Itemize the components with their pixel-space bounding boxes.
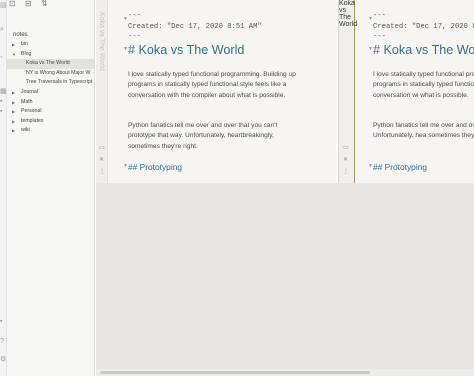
paragraph-1: I love statically typed functional progr…	[128, 71, 296, 99]
file-explorer: ⊡ ⊟ ⇅ notes ▶ bin ▼ Blog Koka vs The Wor…	[7, 0, 95, 376]
close-icon[interactable]: ✕	[99, 156, 104, 163]
tree-folder-bin[interactable]: ▶ bin	[7, 40, 94, 50]
paragraph-2: Python fanatics tell me over and over th…	[128, 122, 278, 150]
tree-folder-personal[interactable]: ▶ Personal	[7, 107, 94, 117]
tree-folder-templates[interactable]: ▶ templates	[7, 117, 94, 127]
editor-pane-left[interactable]: Koka vs The World ▭ ✕ ⋮ ▼ --- Created: "…	[96, 0, 336, 183]
chevron-right-icon: ▶	[12, 128, 16, 134]
calendar-icon[interactable]: ▦	[0, 88, 6, 95]
tree-folder-wiki[interactable]: ▶ wiki	[7, 126, 94, 136]
chevron-right-icon: ▶	[12, 89, 16, 95]
tag-icon[interactable]: ▪	[0, 98, 6, 105]
settings-icon[interactable]: ⚙	[0, 356, 6, 363]
tree-folder-journal[interactable]: ▶ Journal	[7, 88, 94, 98]
explorer-toolbar: ⊡ ⊟ ⇅	[7, 0, 94, 10]
search-icon[interactable]: ⌕	[0, 26, 6, 33]
empty-workspace	[96, 183, 474, 376]
horizontal-scrollbar[interactable]	[96, 369, 474, 376]
pane-title-left: Koka vs The World	[98, 12, 105, 71]
pane-header-right[interactable]: Koka vs The World ▭ ✕ ⋮	[339, 0, 358, 183]
chevron-right-icon: ▶	[12, 42, 16, 47]
heading-2: ## Prototyping	[373, 162, 428, 172]
command-icon[interactable]: ▪	[0, 108, 6, 115]
pane-title-right: Koka vs The World	[339, 0, 358, 28]
chevron-right-icon: ▶	[12, 109, 16, 115]
frontmatter-close: ---	[373, 33, 386, 41]
paragraph-1: I love statically typed functional progr…	[373, 71, 474, 99]
heading-1: # Koka vs The World	[373, 43, 474, 57]
tree-file-ny-is-wrong[interactable]: NY is Wrong About Major W	[7, 69, 94, 79]
tree-folder-blog[interactable]: ▼ Blog	[7, 50, 94, 60]
chevron-right-icon: ▶	[12, 118, 16, 124]
more-vertical-icon[interactable]: ⋮	[343, 168, 349, 175]
chevron-down-icon: ▼	[12, 51, 16, 57]
vault-icon[interactable]: ▪	[0, 318, 6, 325]
file-tree: ▶ bin ▼ Blog Koka vs The World NY is Wro…	[7, 40, 94, 136]
link-icon[interactable]: ▭	[99, 144, 105, 151]
chevron-right-icon: ▶	[12, 99, 16, 105]
scrollbar-thumb[interactable]	[100, 371, 370, 374]
close-icon[interactable]: ✕	[343, 156, 348, 163]
new-note-icon[interactable]: ⊡	[9, 0, 16, 8]
new-folder-icon[interactable]: ⊟	[25, 0, 32, 8]
created-line: Created: "Dec 17, 2020 8:51 AM"	[128, 23, 262, 31]
heading-2: ## Prototyping	[128, 162, 183, 172]
sort-icon[interactable]: ⇅	[41, 0, 48, 8]
tree-file-tree-traversals[interactable]: Tree Traversals in Typescript	[7, 78, 94, 88]
pane-header-left[interactable]: Koka vs The World ▭ ✕ ⋮	[96, 0, 108, 183]
files-icon[interactable]: ▤	[0, 2, 6, 9]
vault-name: notes	[13, 32, 28, 38]
heading-1: # Koka vs The World	[128, 43, 245, 57]
help-icon[interactable]: ?	[0, 338, 6, 345]
more-vertical-icon[interactable]: ⋮	[99, 168, 105, 175]
frontmatter-close: ---	[128, 33, 141, 41]
paragraph-2: Python fanatics tell me over and over pr…	[373, 122, 474, 140]
left-ribbon: ▤ ⌕ ◦ ▦ ▪ ▪ ▪ ? ⚙	[0, 0, 7, 376]
editor-pane-right[interactable]: Koka vs The World ▭ ✕ ⋮ ▼ --- Created: "…	[338, 0, 474, 183]
link-icon[interactable]: ▭	[343, 144, 349, 151]
tree-folder-math[interactable]: ▶ Math	[7, 98, 94, 108]
created-line: Created: "Dec 17, 2020 8:51 AM"	[373, 23, 474, 31]
frontmatter-open: ---	[128, 12, 141, 20]
frontmatter-open: ---	[373, 12, 386, 20]
graph-icon[interactable]: ◦	[0, 54, 6, 61]
tree-file-koka-vs-the-world[interactable]: Koka vs The World	[7, 59, 94, 69]
